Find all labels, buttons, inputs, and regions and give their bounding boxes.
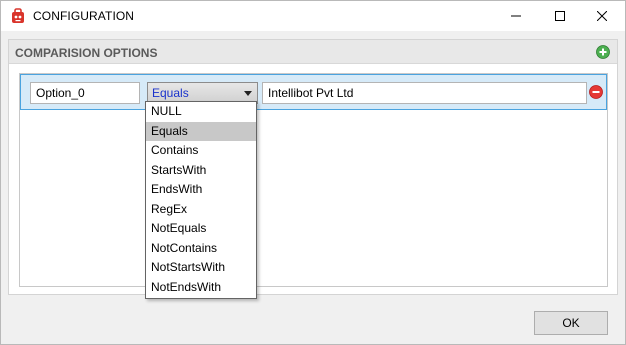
comparison-options-group: COMPARISION OPTIONS Option_0 Equals Inte…	[8, 39, 618, 295]
ok-button[interactable]: OK	[534, 311, 608, 335]
dropdown-item-startswith[interactable]: StartsWith	[146, 161, 256, 181]
maximize-icon	[555, 11, 565, 21]
operator-dropdown-list: NULL Equals Contains StartsWith EndsWith…	[145, 101, 257, 299]
chevron-down-icon	[244, 91, 252, 96]
minimize-icon	[511, 15, 521, 17]
options-list: Option_0 Equals Intellibot Pvt Ltd	[19, 73, 608, 287]
window-title: CONFIGURATION	[33, 9, 135, 23]
dropdown-item-null[interactable]: NULL	[146, 102, 256, 122]
close-button[interactable]	[579, 1, 625, 31]
dropdown-item-regex[interactable]: RegEx	[146, 200, 256, 220]
app-icon	[12, 8, 24, 23]
add-icon[interactable]	[596, 45, 610, 59]
dialog-footer: OK	[1, 301, 625, 344]
dropdown-item-endswith[interactable]: EndsWith	[146, 180, 256, 200]
maximize-button[interactable]	[537, 1, 583, 31]
dropdown-item-notequals[interactable]: NotEquals	[146, 219, 256, 239]
dropdown-item-notstartswith[interactable]: NotStartsWith	[146, 258, 256, 278]
dropdown-item-notendswith[interactable]: NotEndsWith	[146, 278, 256, 298]
configuration-window: CONFIGURATION COMPARISION OPTIONS Option…	[0, 0, 626, 345]
option-value-field[interactable]: Intellibot Pvt Ltd	[262, 82, 587, 104]
close-icon	[597, 11, 607, 21]
group-header: COMPARISION OPTIONS	[9, 40, 617, 64]
dropdown-item-notcontains[interactable]: NotContains	[146, 239, 256, 259]
group-title: COMPARISION OPTIONS	[15, 46, 158, 60]
dialog-content: COMPARISION OPTIONS Option_0 Equals Inte…	[1, 31, 625, 301]
remove-icon[interactable]	[589, 85, 603, 99]
dropdown-item-equals[interactable]: Equals	[146, 121, 256, 141]
option-name-field[interactable]: Option_0	[30, 82, 140, 104]
minimize-button[interactable]	[493, 1, 539, 31]
title-bar[interactable]: CONFIGURATION	[1, 1, 625, 31]
operator-selected-value: Equals	[152, 86, 189, 100]
dropdown-item-contains[interactable]: Contains	[146, 141, 256, 161]
option-row[interactable]: Option_0 Equals Intellibot Pvt Ltd	[20, 74, 607, 110]
